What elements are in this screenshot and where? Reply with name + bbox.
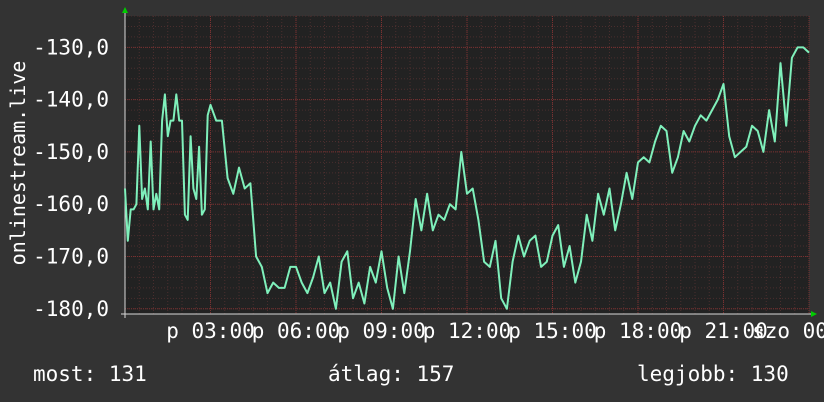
x-tick-label: p 12:00 — [423, 319, 512, 343]
stats-bar: most: 131 átlag: 157 legjobb: 130 — [0, 362, 824, 390]
x-tick-label: szo 00:00 — [752, 319, 824, 343]
y-tick-label: -130,0 — [33, 35, 109, 59]
y-axis-label: onlinestream.live — [6, 61, 30, 266]
stat-average: átlag: 157 — [328, 362, 455, 386]
x-tick-label: p 03:00 — [166, 319, 255, 343]
x-tick-label: p 15:00 — [508, 319, 597, 343]
x-axis-arrow — [811, 311, 817, 317]
y-tick-label: -160,0 — [33, 192, 109, 216]
x-tick-label: p 06:00 — [252, 319, 341, 343]
x-tick-label: p 09:00 — [337, 319, 426, 343]
y-tick-labels: -130,0 -140,0 -150,0 -160,0 -170,0 -180,0 — [33, 35, 109, 320]
y-tick-label: -150,0 — [33, 140, 109, 164]
stat-current: most: 131 — [33, 362, 147, 386]
x-tick-label: p 18:00 — [594, 319, 683, 343]
chart-svg: -130,0 -140,0 -150,0 -160,0 -170,0 -180,0 p 0… — [6, 7, 824, 343]
stat-best: legjobb: 130 — [637, 362, 789, 386]
y-tick-label: -140,0 — [33, 88, 109, 112]
x-tick-labels: p 03:00p 06:00p 09:00p 12:00p 15:00p 18:… — [166, 319, 824, 343]
y-axis-arrow — [122, 7, 128, 13]
y-tick-label: -180,0 — [33, 297, 109, 321]
y-tick-label: -170,0 — [33, 244, 109, 268]
